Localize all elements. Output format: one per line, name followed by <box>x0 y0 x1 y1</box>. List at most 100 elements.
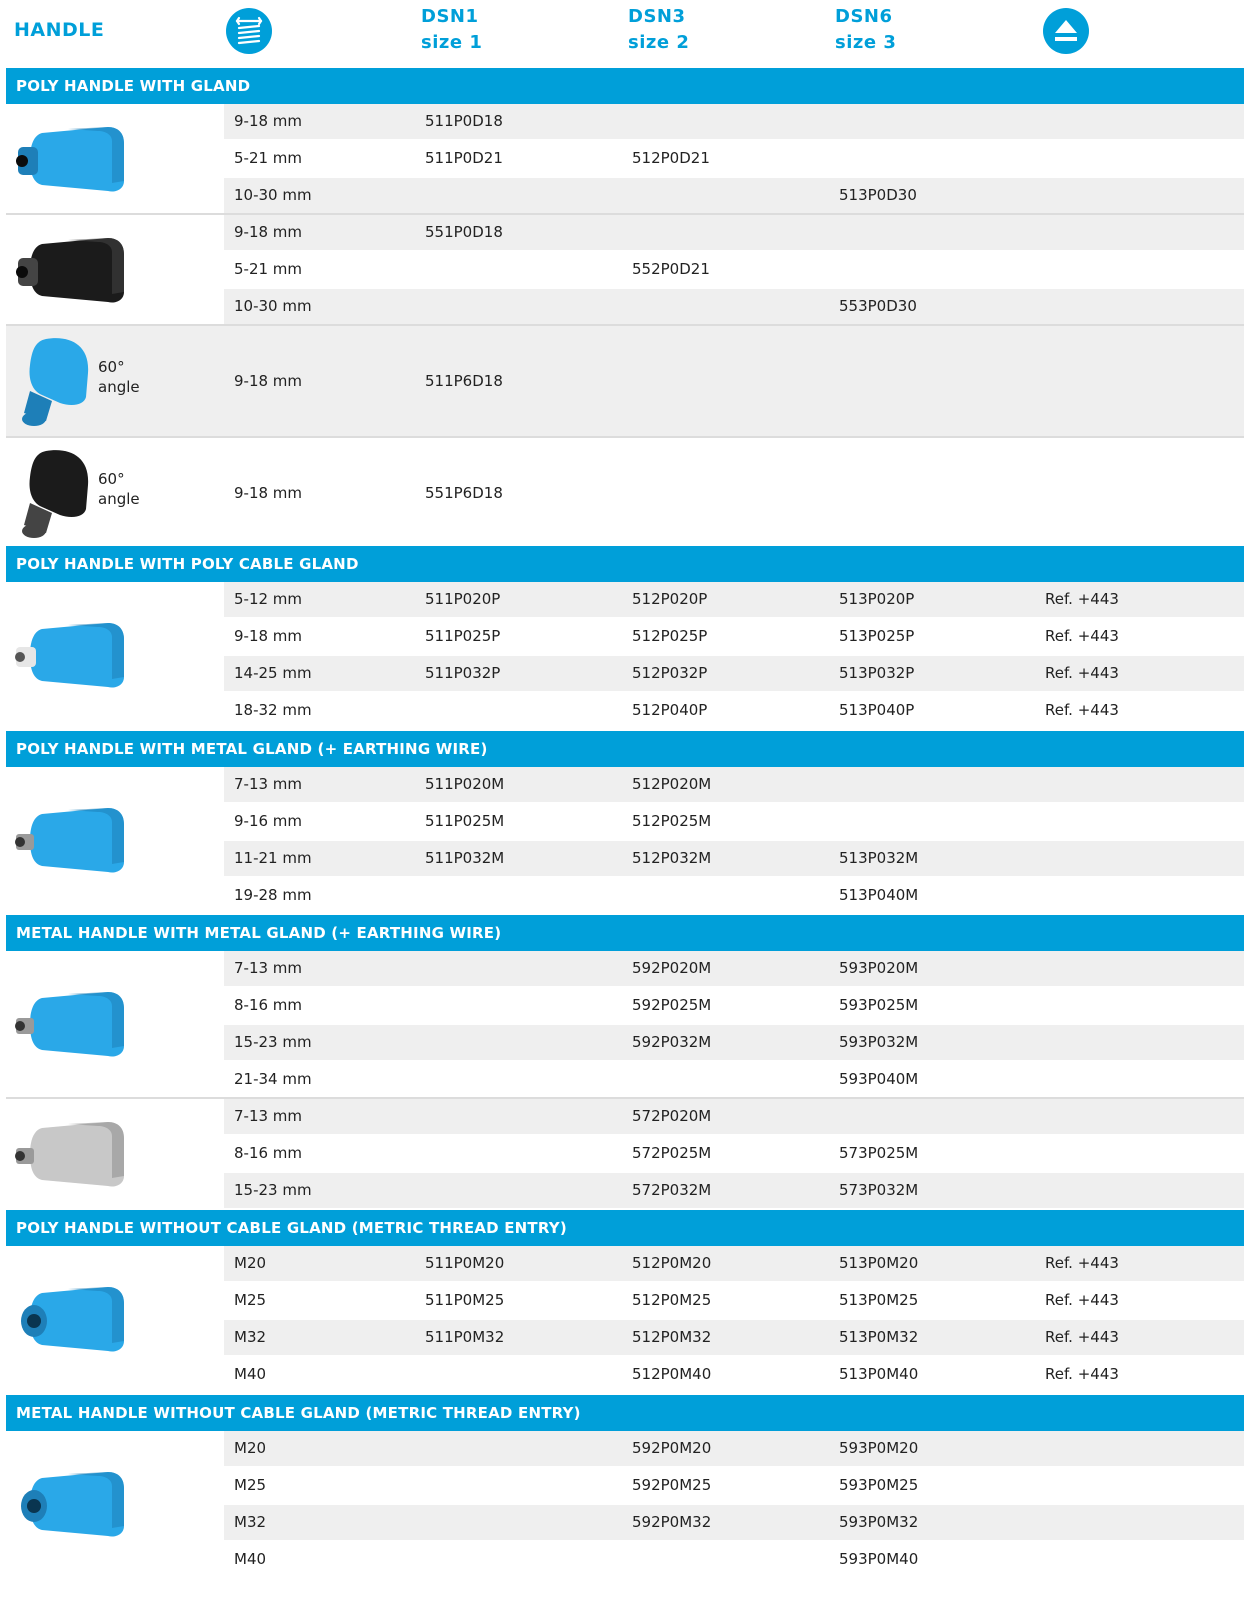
cable-range-cell: 7-13 mm <box>234 1107 303 1125</box>
cable-range-cell: M40 <box>234 1365 267 1383</box>
product-group: 7-13 mm 592P020M 593P020M 8-16 mm 592P025M 59… <box>6 951 1244 1097</box>
product-group: 9-18 mm 551P0D18 5-21 mm 552P0D21 10-30 mm 55… <box>6 215 1244 324</box>
table-row: 9-18 mm 551P6D18 <box>224 438 1244 548</box>
part-number-cell: 513P040P <box>839 701 915 719</box>
part-number-cell: 511P025M <box>425 812 505 830</box>
section-title: POLY HANDLE WITH METAL GLAND (+ EARTHING… <box>6 731 1244 767</box>
part-number-cell: 593P032M <box>839 1033 919 1051</box>
blue-angled-handle-image <box>22 338 89 426</box>
table-row: 18-32 mm 512P040P 513P040P Ref. +443 <box>224 693 1244 728</box>
product-group: 9-18 mm 511P0D18 5-21 mm 511P0D21 512P0D21 10… <box>6 104 1244 213</box>
blue-straight-handle-image <box>16 126 124 192</box>
reference-cell: Ref. +443 <box>1045 1328 1119 1346</box>
cable-range-cell: 9-18 mm <box>234 112 303 130</box>
part-number-cell: 513P025P <box>839 627 915 645</box>
table-row: 8-16 mm 572P025M 573P025M <box>224 1136 1244 1171</box>
cable-range-cell: 9-18 mm <box>234 223 303 241</box>
part-number-cell: 572P025M <box>632 1144 712 1162</box>
table-row: 7-13 mm 572P020M <box>224 1099 1244 1134</box>
product-image-cell <box>6 104 224 213</box>
part-number-cell: 592P0M32 <box>632 1513 712 1531</box>
cable-range-cell: 14-25 mm <box>234 664 312 682</box>
cable-range-cell: 19-28 mm <box>234 886 312 904</box>
part-number-cell: 512P040P <box>632 701 708 719</box>
product-image-cell <box>6 951 224 1097</box>
cable-range-cell: 9-18 mm <box>234 627 303 645</box>
reference-cell: Ref. +443 <box>1045 664 1119 682</box>
table-row: 9-16 mm 511P025M 512P025M <box>224 804 1244 839</box>
table-row: 8-16 mm 592P025M 593P025M <box>224 988 1244 1023</box>
cable-range-cell: 7-13 mm <box>234 775 303 793</box>
part-number-cell: 551P6D18 <box>425 484 503 502</box>
part-number-cell: 593P0M32 <box>839 1513 919 1531</box>
reference-cell: Ref. +443 <box>1045 1365 1119 1383</box>
part-number-cell: 513P032M <box>839 849 919 867</box>
part-number-cell: 593P040M <box>839 1070 919 1088</box>
part-number-cell: 592P0M20 <box>632 1439 712 1457</box>
part-number-cell: 511P0D18 <box>425 112 503 130</box>
cable-range-cell: 9-18 mm <box>234 372 303 390</box>
part-number-cell: 511P0M25 <box>425 1291 505 1309</box>
part-number-cell: 593P020M <box>839 959 919 977</box>
part-number-cell: 511P0M32 <box>425 1328 505 1346</box>
part-number-cell: 512P020P <box>632 590 708 608</box>
part-number-cell: 513P040M <box>839 886 919 904</box>
part-number-cell: 592P032M <box>632 1033 712 1051</box>
part-number-cell: 592P0M25 <box>632 1476 712 1494</box>
cable-range-cell: M25 <box>234 1291 267 1309</box>
dsn1-size: size 1 <box>421 32 483 53</box>
dsn3-size: size 2 <box>628 32 690 53</box>
part-number-cell: 593P0M25 <box>839 1476 919 1494</box>
blue-metal-gland-handle-image <box>15 992 124 1057</box>
part-number-cell: 513P032P <box>839 664 915 682</box>
table-row: 7-13 mm 592P020M 593P020M <box>224 951 1244 986</box>
cable-range-cell: 8-16 mm <box>234 996 303 1014</box>
cable-range-cell: 7-13 mm <box>234 959 303 977</box>
part-number-cell: 573P025M <box>839 1144 919 1162</box>
table-row: 11-21 mm 511P032M 512P032M 513P032M <box>224 841 1244 876</box>
handle-column-title: HANDLE <box>14 19 105 41</box>
part-number-cell: 573P032M <box>839 1181 919 1199</box>
product-group: 60° angle 9-18 mm 551P6D18 <box>6 438 1244 548</box>
part-number-cell: 511P020P <box>425 590 501 608</box>
table-row: 14-25 mm 511P032P 512P032P 513P032P Ref. +44… <box>224 656 1244 691</box>
part-number-cell: 553P0D30 <box>839 297 917 315</box>
table-row: 7-13 mm 511P020M 512P020M <box>224 767 1244 802</box>
cable-range-cell: M32 <box>234 1328 267 1346</box>
table-row: M20 511P0M20 512P0M20 513P0M20 Ref. +443 <box>224 1246 1244 1281</box>
table-row: 10-30 mm 513P0D30 <box>224 178 1244 213</box>
product-label: 60° angle <box>98 358 140 396</box>
product-image-cell <box>6 1431 224 1577</box>
reference-cell: Ref. +443 <box>1045 1291 1119 1309</box>
table-row: 21-34 mm 593P040M <box>224 1062 1244 1097</box>
part-number-cell: 513P0M25 <box>839 1291 919 1309</box>
part-number-cell: 593P0M20 <box>839 1439 919 1457</box>
table-row: 15-23 mm 592P032M 593P032M <box>224 1025 1244 1060</box>
reference-cell: Ref. +443 <box>1045 627 1119 645</box>
part-number-cell: 511P032P <box>425 664 501 682</box>
blue-poly-gland-handle-image <box>15 623 124 688</box>
dsn6-size: size 3 <box>835 32 897 53</box>
part-number-cell: 511P0M20 <box>425 1254 505 1272</box>
part-number-cell: 572P032M <box>632 1181 712 1199</box>
table-row: M40 593P0M40 <box>224 1542 1244 1577</box>
table-row: 10-30 mm 553P0D30 <box>224 289 1244 324</box>
table-row: M32 511P0M32 512P0M32 513P0M32 Ref. +443 <box>224 1320 1244 1355</box>
blue-thread-entry-handle-image <box>21 1287 124 1352</box>
table-row: 9-18 mm 511P025P 512P025P 513P025P Ref. +443 <box>224 619 1244 654</box>
product-image-cell: 60° angle <box>6 326 224 436</box>
cable-range-cell: 15-23 mm <box>234 1181 312 1199</box>
part-number-cell: 512P025M <box>632 812 712 830</box>
part-number-cell: 512P032M <box>632 849 712 867</box>
product-image-cell <box>6 582 224 728</box>
part-number-cell: 512P0M25 <box>632 1291 712 1309</box>
cable-range-cell: 5-12 mm <box>234 590 303 608</box>
dsn6-title: DSN6 <box>835 6 893 27</box>
part-number-cell: 593P025M <box>839 996 919 1014</box>
cable-range-cell: 5-21 mm <box>234 149 303 167</box>
part-number-cell: 552P0D21 <box>632 260 710 278</box>
part-number-cell: 592P020M <box>632 959 712 977</box>
part-number-cell: 511P6D18 <box>425 372 503 390</box>
table-row: 9-18 mm 551P0D18 <box>224 215 1244 250</box>
part-number-cell: 511P020M <box>425 775 505 793</box>
